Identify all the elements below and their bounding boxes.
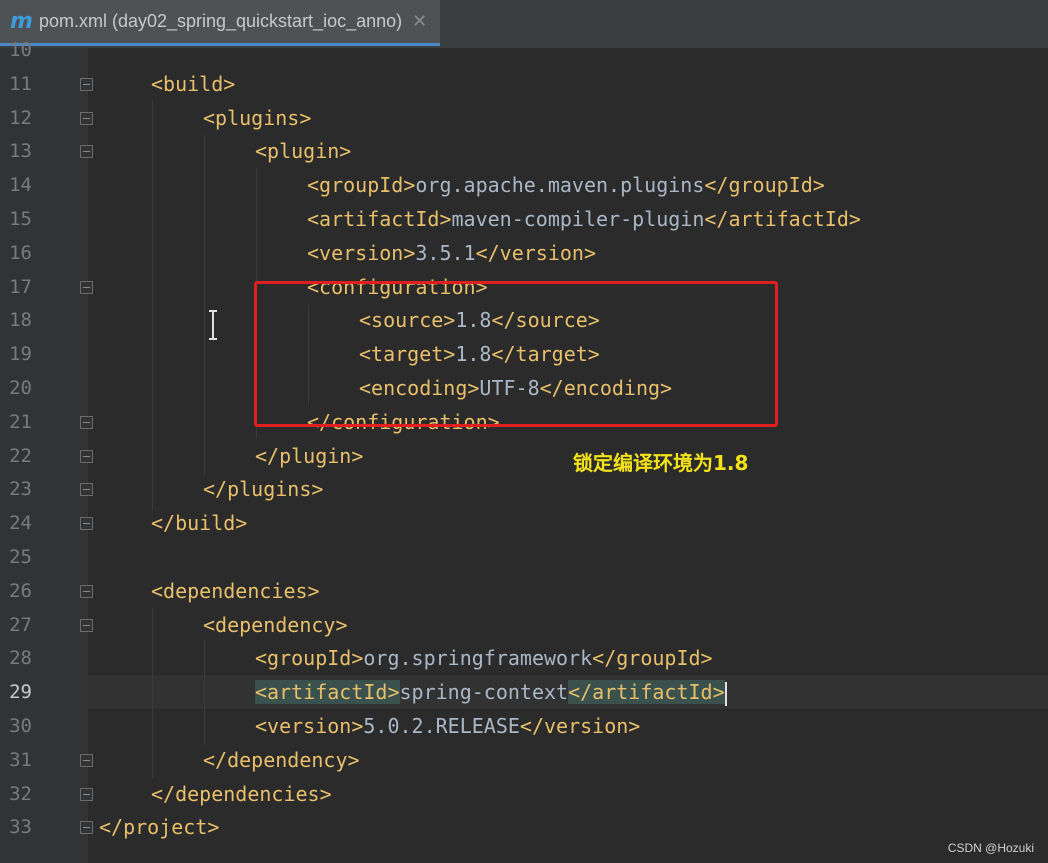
code-text: <artifactId>spring-context</artifactId> xyxy=(255,680,727,706)
fold-icon[interactable] xyxy=(80,821,93,835)
fold-icon[interactable] xyxy=(80,145,93,159)
code-line: 28 <groupId>org.springframework</groupId> xyxy=(0,642,1048,676)
code-text: <dependencies> xyxy=(151,578,320,603)
code-text: </plugins> xyxy=(203,477,324,502)
code-line: 12 <plugins> xyxy=(0,102,1048,136)
code-line: 33 </project> xyxy=(0,811,1048,845)
code-line: 10 xyxy=(0,34,1048,68)
code-line: 24 </build> xyxy=(0,507,1048,541)
code-text: <dependency> xyxy=(203,612,348,637)
line-number: 21 xyxy=(9,410,32,433)
line-number: 26 xyxy=(9,579,32,602)
code-text: </dependencies> xyxy=(151,781,332,806)
line-number: 10 xyxy=(9,39,32,61)
code-line: 13 <plugin> xyxy=(0,135,1048,169)
line-number: 28 xyxy=(9,647,32,670)
maven-icon: m xyxy=(10,9,33,34)
line-number: 30 xyxy=(9,715,32,737)
fold-icon[interactable] xyxy=(80,618,93,632)
code-text: <plugins> xyxy=(203,105,312,130)
fold-icon[interactable] xyxy=(80,77,93,91)
code-text: </project> xyxy=(99,815,220,840)
code-line: 11 <build> xyxy=(0,68,1048,102)
code-line: 23 </plugins> xyxy=(0,473,1048,507)
fold-icon[interactable] xyxy=(80,111,93,125)
watermark: CSDN @Hozuki xyxy=(947,841,1034,855)
fold-icon[interactable] xyxy=(80,415,93,429)
line-number: 31 xyxy=(9,748,32,771)
line-number: 12 xyxy=(9,106,32,129)
line-number: 32 xyxy=(9,782,32,805)
line-number: 11 xyxy=(9,72,32,95)
code-line: 22 </plugin> xyxy=(0,440,1048,474)
line-number: 22 xyxy=(9,444,32,467)
code-text: <version>5.0.2.RELEASE</version> xyxy=(255,714,641,738)
fold-icon[interactable] xyxy=(80,787,93,801)
line-number: 33 xyxy=(9,816,32,839)
code-text: <groupId>org.apache.maven.plugins</group… xyxy=(307,173,825,198)
highlight-box xyxy=(254,281,778,427)
code-line: 14 <groupId>org.apache.maven.plugins</gro… xyxy=(0,169,1048,203)
line-number: 20 xyxy=(9,377,32,399)
ibeam-cursor-icon xyxy=(209,310,217,340)
text-caret xyxy=(724,681,727,706)
code-text: <build> xyxy=(151,71,236,96)
fold-icon[interactable] xyxy=(80,753,93,767)
line-number: 17 xyxy=(9,275,32,298)
code-text: </plugin> xyxy=(255,443,364,468)
code-line: 25 xyxy=(0,541,1048,575)
code-text: <artifactId>maven-compiler-plugin</artif… xyxy=(307,207,861,231)
line-number: 14 xyxy=(9,174,32,197)
line-number: 24 xyxy=(9,512,32,535)
line-number: 27 xyxy=(9,613,32,636)
fold-icon[interactable] xyxy=(80,584,93,598)
code-text: <groupId>org.springframework</groupId> xyxy=(255,646,713,671)
annotation-note: 锁定编译环境为1.8 xyxy=(573,451,749,475)
fold-icon[interactable] xyxy=(80,280,93,294)
code-text: <plugin> xyxy=(255,139,352,164)
code-line: 32 </dependencies> xyxy=(0,778,1048,812)
line-number: 19 xyxy=(9,343,32,366)
code-line: 26 <dependencies> xyxy=(0,575,1048,609)
code-line: 31 </dependency> xyxy=(0,744,1048,778)
line-number: 18 xyxy=(9,309,32,332)
line-number: 23 xyxy=(9,478,32,501)
fold-icon[interactable] xyxy=(80,483,93,497)
fold-icon[interactable] xyxy=(80,517,93,531)
line-number: 13 xyxy=(9,140,32,163)
code-line: 30 <version>5.0.2.RELEASE</version> xyxy=(0,710,1048,744)
code-line: 27 <dependency> xyxy=(0,609,1048,643)
close-icon[interactable]: ✕ xyxy=(412,11,427,32)
code-line-current: 29 <artifactId>spring-context</artifactId… xyxy=(0,676,1048,710)
code-text: </dependency> xyxy=(203,747,360,772)
line-number: 25 xyxy=(9,546,32,568)
code-text: <version>3.5.1</version> xyxy=(307,240,597,265)
fold-icon[interactable] xyxy=(80,449,93,463)
line-number: 16 xyxy=(9,241,32,264)
tab-title: pom.xml (day02_spring_quickstart_ioc_ann… xyxy=(38,11,403,31)
code-line: 16 <version>3.5.1</version> xyxy=(0,237,1048,271)
line-number: 15 xyxy=(9,208,32,230)
line-number: 29 xyxy=(9,681,32,704)
code-text: </build> xyxy=(151,511,248,536)
code-line: 15 <artifactId>maven-compiler-plugin</art… xyxy=(0,203,1048,237)
